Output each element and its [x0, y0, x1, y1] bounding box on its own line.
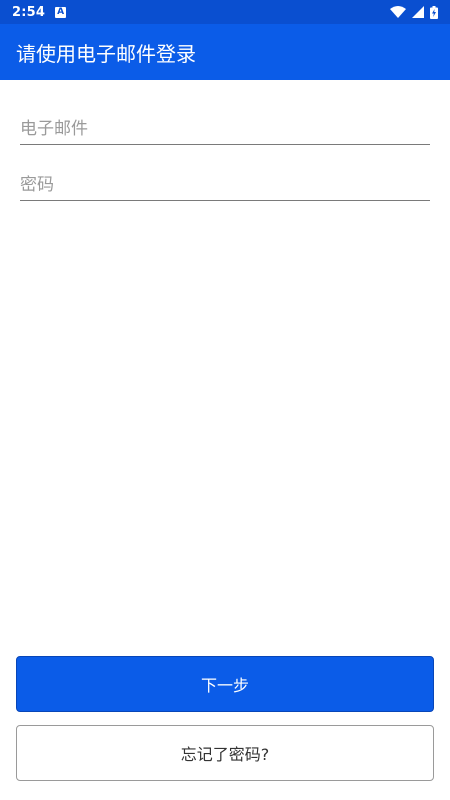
next-button-label: 下一步	[200, 676, 249, 695]
forgot-password-label: 忘记了密码?	[180, 745, 270, 764]
email-field-container	[20, 105, 430, 145]
signal-icon	[412, 6, 424, 18]
email-field[interactable]	[20, 105, 430, 144]
app-bar: 请使用电子邮件登录	[0, 24, 450, 80]
page-title: 请使用电子邮件登录	[16, 41, 196, 66]
notification-icon: A	[55, 6, 67, 18]
battery-charging-icon	[430, 5, 438, 19]
status-icons	[390, 5, 438, 19]
forgot-password-button[interactable]: 忘记了密码?	[16, 725, 434, 781]
password-field[interactable]	[20, 161, 430, 200]
password-field-container	[20, 161, 430, 201]
status-time: 2:54	[12, 4, 46, 20]
wifi-icon	[390, 6, 406, 18]
next-button[interactable]: 下一步	[16, 656, 434, 712]
status-bar: 2:54 A	[0, 0, 450, 24]
login-screen: 2:54 A 请使用电子邮件登录 下一步 忘记了密码?	[0, 0, 450, 800]
